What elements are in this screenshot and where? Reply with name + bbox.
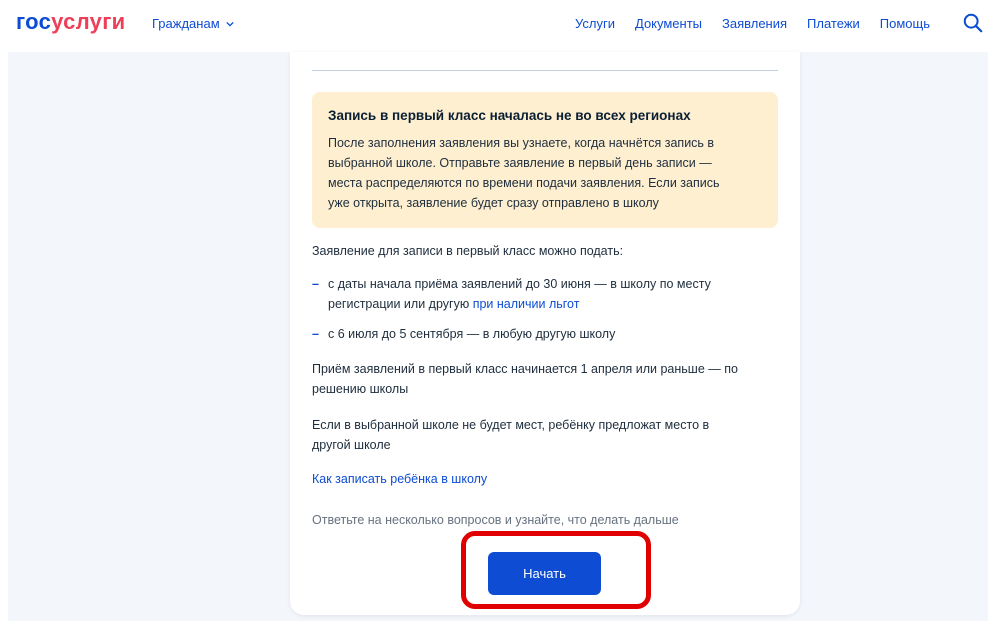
nav-services[interactable]: Услуги xyxy=(575,16,615,31)
notice-line: выбранной школе. Отправьте заявление в п… xyxy=(328,156,712,170)
howto-link[interactable]: Как записать ребёнка в школу xyxy=(312,469,487,489)
gosuslugi-logo[interactable]: госуслуги xyxy=(16,9,126,35)
top-header: госуслуги Гражданам Услуги Документы Зая… xyxy=(0,0,988,52)
list-dash: – xyxy=(312,277,319,291)
paragraph-line: решению школы xyxy=(312,382,409,396)
list-item: – с 6 июля до 5 сентября — в любую другу… xyxy=(312,324,778,344)
citizens-dropdown[interactable]: Гражданам xyxy=(152,16,234,31)
notice-line: После заполнения заявления вы узнаете, к… xyxy=(328,136,715,150)
start-date-text: Приём заявлений в первый класс начинаетс… xyxy=(312,359,778,399)
notice-text: После заполнения заявления вы узнаете, к… xyxy=(328,133,762,213)
paragraph-line: Если в выбранной школе не будет мест, ре… xyxy=(312,418,710,432)
logo-part-uslugi: услуги xyxy=(51,9,126,34)
list-item-line: регистрации или другую при наличии льгот xyxy=(328,294,768,314)
paragraph-line: Приём заявлений в первый класс начинаетс… xyxy=(312,362,738,376)
divider xyxy=(312,70,778,71)
search-icon[interactable] xyxy=(962,12,984,34)
notice-line: места распределяются по времени подачи з… xyxy=(328,176,720,190)
nav-help[interactable]: Помощь xyxy=(880,16,930,31)
list-item-text: с 6 июля до 5 сентября — в любую другую … xyxy=(328,327,616,341)
no-places-text: Если в выбранной школе не будет мест, ре… xyxy=(312,415,778,455)
notice-line: уже открыта, заявление будет сразу отпра… xyxy=(328,196,659,210)
notice-title: Запись в первый класс началась не во все… xyxy=(328,108,691,123)
nav-payments[interactable]: Платежи xyxy=(807,16,860,31)
intro-text: Заявление для записи в первый класс можн… xyxy=(312,244,624,258)
chevron-down-icon xyxy=(225,21,234,27)
hint-text: Ответьте на несколько вопросов и узнайте… xyxy=(312,513,679,527)
paragraph-line: другой школе xyxy=(312,438,391,452)
logo-part-gos: гос xyxy=(16,9,52,34)
nav-documents[interactable]: Документы xyxy=(635,16,702,31)
list-item: – с даты начала приёма заявлений до 30 и… xyxy=(312,274,778,314)
regions-notice: Запись в первый класс началась не во все… xyxy=(312,92,778,228)
list-item-text: с даты начала приёма заявлений до 30 июн… xyxy=(328,274,768,314)
benefits-link[interactable]: при наличии льгот xyxy=(473,297,580,311)
citizens-label: Гражданам xyxy=(152,16,220,31)
list-dash: – xyxy=(312,327,319,341)
main-nav: Услуги Документы Заявления Платежи Помощ… xyxy=(575,16,930,31)
list-item-line: с даты начала приёма заявлений до 30 июн… xyxy=(328,277,711,291)
list-item-prefix: регистрации или другую xyxy=(328,297,470,311)
highlight-frame xyxy=(461,531,651,609)
nav-applications[interactable]: Заявления xyxy=(722,16,787,31)
